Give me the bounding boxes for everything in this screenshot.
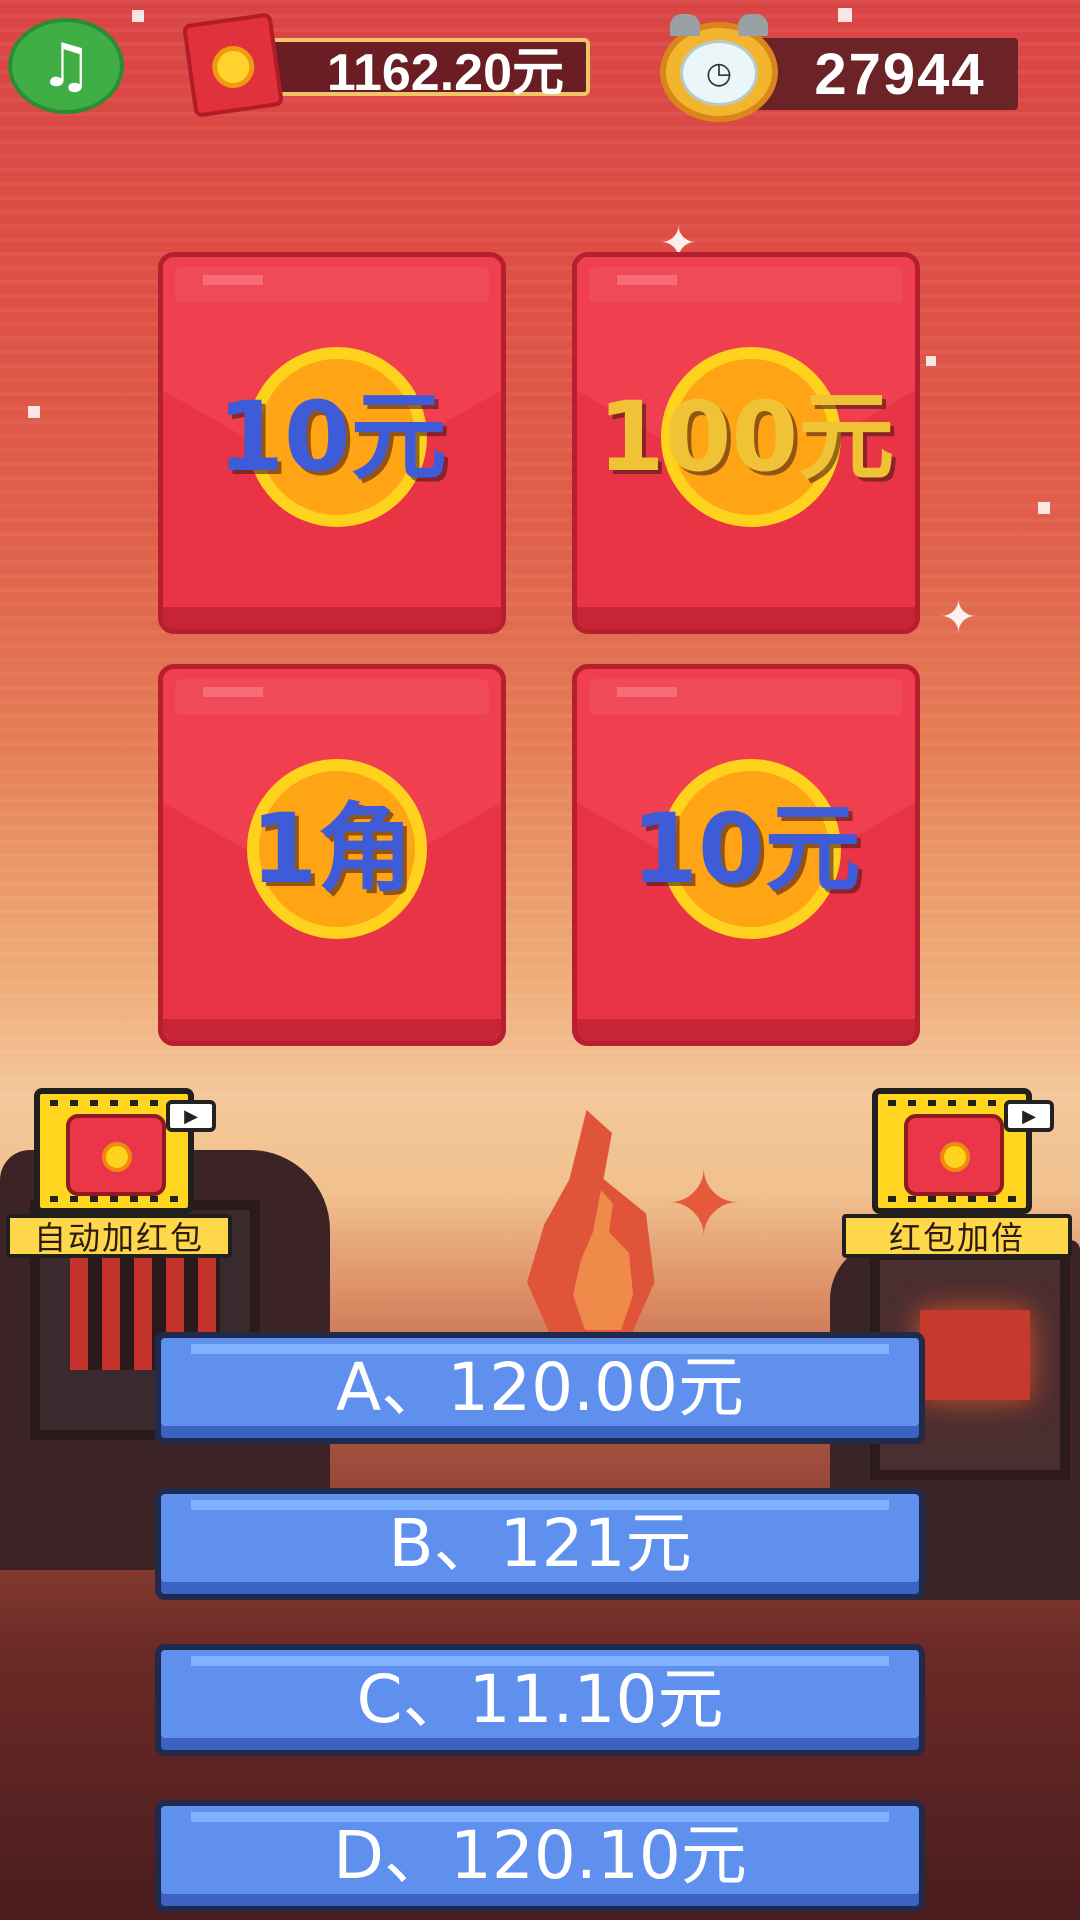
red-envelope-card[interactable]: 10元 xyxy=(572,664,920,1046)
envelope-amount: 1角 xyxy=(250,793,414,905)
video-ad-icon: ▶ xyxy=(1004,1100,1054,1132)
red-envelope-card[interactable]: 10元 xyxy=(158,252,506,634)
envelope-amount: 10元 xyxy=(217,381,447,493)
countdown-display: 27944 xyxy=(752,38,1018,110)
answer-label: A、120.00元 xyxy=(335,1349,745,1426)
music-note-icon: ♫ xyxy=(39,31,93,101)
money-balance: 1162.20元 xyxy=(326,43,564,102)
answer-option-d[interactable]: D、120.10元 xyxy=(155,1800,925,1912)
red-envelope-icon xyxy=(181,12,285,118)
hand-red-envelope-icon xyxy=(66,1114,166,1196)
music-toggle-button[interactable]: ♫ xyxy=(8,18,124,114)
time-value: 27944 xyxy=(814,41,986,107)
money-balance-display: 1162.20元 xyxy=(270,38,590,102)
red-envelope-card[interactable]: 1角 xyxy=(158,664,506,1046)
red-envelopes-icon xyxy=(904,1114,1004,1196)
answer-label: C、11.10元 xyxy=(356,1661,724,1738)
star-sparkle: ✦ xyxy=(940,592,977,643)
sparkle xyxy=(28,406,40,418)
alarm-clock-icon: ◷ xyxy=(660,14,778,122)
sparkle xyxy=(926,356,936,366)
video-ad-icon: ▶ xyxy=(166,1100,216,1132)
answer-label: D、120.10元 xyxy=(333,1817,747,1894)
envelope-amount: 100元 xyxy=(597,381,895,493)
envelope-amount: 10元 xyxy=(631,793,861,905)
red-envelope-card[interactable]: 100元 xyxy=(572,252,920,634)
auto-add-envelope-label: 自动加红包 xyxy=(6,1214,232,1258)
sparkle xyxy=(1038,502,1050,514)
sparkle xyxy=(838,8,852,22)
double-envelope-label: 红包加倍 xyxy=(842,1214,1072,1258)
answer-option-c[interactable]: C、11.10元 xyxy=(155,1644,925,1756)
answer-label: B、121元 xyxy=(388,1505,692,1582)
answer-option-a[interactable]: A、120.00元 xyxy=(155,1332,925,1444)
ember-sparkle: ✦ xyxy=(666,1152,742,1257)
sparkle xyxy=(132,10,144,22)
answer-option-b[interactable]: B、121元 xyxy=(155,1488,925,1600)
